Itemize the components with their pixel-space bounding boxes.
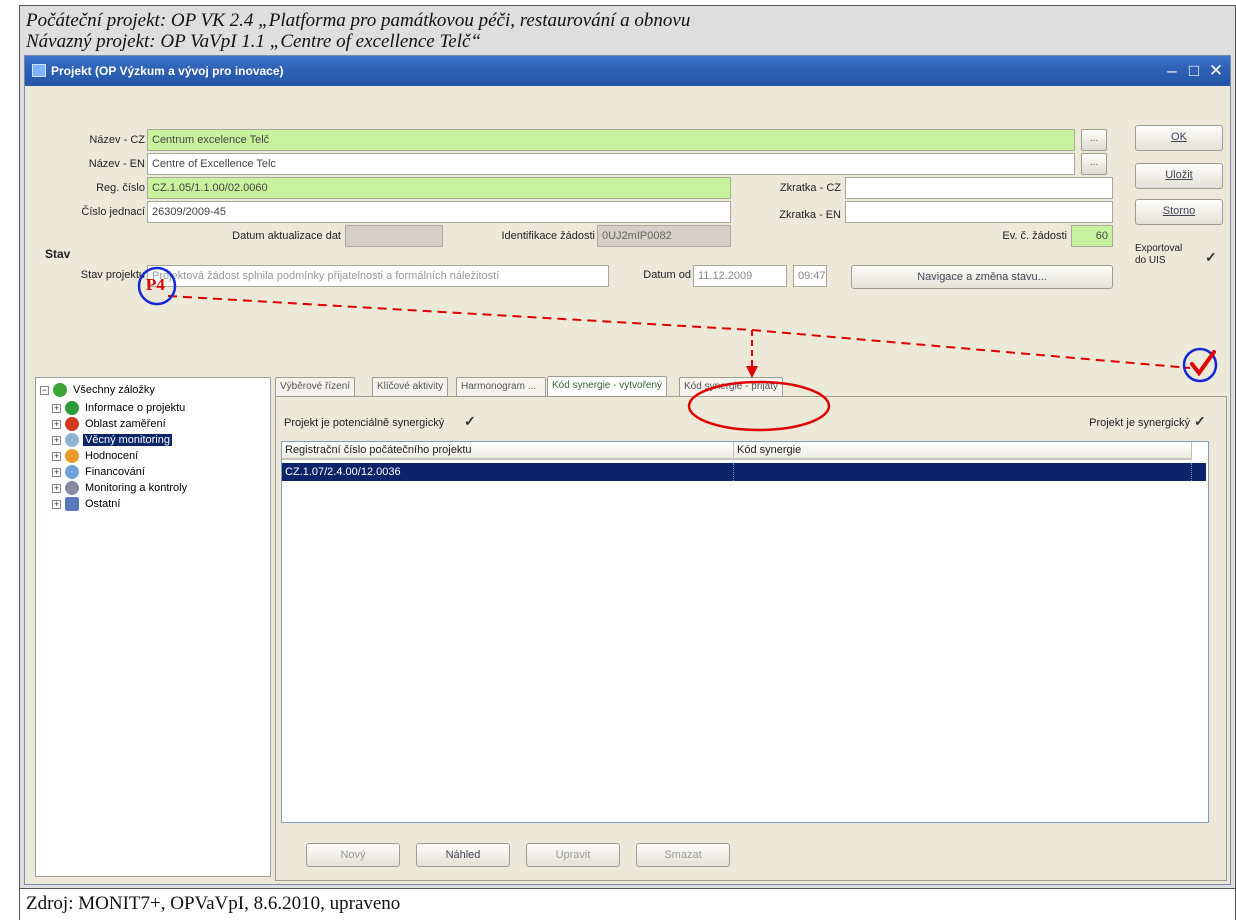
datum-od-label: Datum od [643, 269, 691, 281]
close-button[interactable]: ✕ [1205, 59, 1227, 83]
caption-header: Počáteční projekt: OP VK 2.4 „Platforma … [26, 10, 690, 52]
exportoval-checkbox[interactable]: ✓ [1205, 250, 1219, 265]
synergie-grid: Registrační číslo počátečního projektu K… [281, 441, 1209, 823]
clipboard-icon [65, 481, 79, 496]
tree-root[interactable]: − Všechny záložky [40, 382, 157, 398]
datum-aktualizace-field [345, 225, 443, 247]
nazev-cz-field[interactable]: Centrum excelence Telč [147, 129, 1075, 151]
nazev-cz-browse-button[interactable]: ... [1081, 129, 1107, 151]
window-title: Projekt (OP Výzkum a vývoj pro inovace) [51, 64, 284, 78]
ev-zadosti-field: 60 [1071, 225, 1113, 247]
cislo-jednaci-label: Číslo jednací [81, 206, 145, 218]
tab-klicove-aktivity[interactable]: Klíčové aktivity [372, 377, 449, 396]
target-icon [65, 417, 79, 432]
synergicky-checkbox[interactable]: ✓ [1194, 414, 1208, 429]
folder-icon [53, 383, 67, 398]
navigace-button[interactable]: Navigace a změna stavu... [851, 265, 1113, 289]
save-button[interactable]: Uložit [1135, 163, 1223, 189]
stav-projektu-field: Projektová žádost splnila podmínky přija… [147, 265, 609, 287]
tab-kod-synergie-prijaty[interactable]: Kód synergie - přijatý [679, 377, 783, 396]
expand-icon[interactable]: + [52, 483, 61, 493]
expand-icon[interactable]: + [52, 435, 61, 445]
annotation-marker-p4: P4 [146, 275, 165, 294]
identifikace-label: Identifikace žádosti [501, 230, 595, 242]
stav-projektu-label: Stav projektu [80, 269, 145, 281]
cell-kod-synergie [734, 463, 1192, 481]
tree-item-vecny-monitoring[interactable]: + Věcný monitoring [52, 432, 172, 448]
caption-line-1: Počáteční projekt: OP VK 2.4 „Platforma … [26, 10, 691, 31]
tree-view: − Všechny záložky + Informace o projektu +… [35, 377, 271, 877]
expand-icon[interactable]: + [52, 403, 61, 413]
other-icon [65, 497, 79, 512]
reg-cislo-field[interactable]: CZ.1.05/1.1.00/02.0060 [147, 177, 731, 199]
nazev-en-label: Název - EN [88, 158, 145, 170]
tab-harmonogram[interactable]: Harmonogram ... [456, 377, 546, 396]
delete-button[interactable]: Smazat [636, 843, 730, 867]
column-header-reg-cislo[interactable]: Registrační číslo počátečního projektu [282, 442, 734, 460]
zkratka-cz-label: Zkratka - CZ [779, 182, 841, 194]
cell-reg-cislo: CZ.1.07/2.4.00/12.0036 [282, 463, 734, 481]
expand-icon[interactable]: + [52, 499, 61, 509]
zkratka-cz-field[interactable] [845, 177, 1113, 199]
new-button[interactable]: Nový [306, 843, 400, 867]
zkratka-en-label: Zkratka - EN [779, 209, 841, 221]
edit-button[interactable]: Upravit [526, 843, 620, 867]
zkratka-en-field[interactable] [845, 201, 1113, 223]
potencialne-synergicky-label: Projekt je potenciálně synergický [284, 417, 445, 429]
reg-cislo-label: Reg. číslo [96, 182, 145, 194]
datum-od-field[interactable]: 11.12.2009 [693, 265, 787, 287]
window-titlebar: Projekt (OP Výzkum a vývoj pro inovace) … [25, 56, 1230, 86]
nazev-cz-label: Název - CZ [89, 134, 145, 146]
stav-section-title: Stav [45, 247, 71, 261]
nazev-en-browse-button[interactable]: ... [1081, 153, 1107, 175]
cancel-button[interactable]: Storno [1135, 199, 1223, 225]
tree-item-ostatni[interactable]: + Ostatní [52, 496, 122, 512]
nazev-en-field[interactable]: Centre of Excellence Telc [147, 153, 1075, 175]
info-icon [65, 401, 79, 416]
tree-item-financovani[interactable]: + Financování [52, 464, 147, 480]
tree-item-informace[interactable]: + Informace o projektu [52, 400, 187, 416]
expand-icon[interactable]: + [52, 419, 61, 429]
maximize-button[interactable]: □ [1183, 59, 1205, 83]
exportoval-label: Exportoval do UIS [1135, 243, 1183, 266]
tab-vyberove-rizeni[interactable]: Výběrové řízení [275, 377, 356, 396]
preview-button[interactable]: Náhled [416, 843, 510, 867]
table-row[interactable]: CZ.1.07/2.4.00/12.0036 [282, 463, 1206, 481]
tree-item-oblast[interactable]: + Oblast zaměření [52, 416, 168, 432]
document-frame: Počáteční projekt: OP VK 2.4 „Platforma … [19, 5, 1236, 920]
tree-item-hodnoceni[interactable]: + Hodnocení [52, 448, 140, 464]
ev-zadosti-label: Ev. č. žádosti [1002, 230, 1067, 242]
money-icon [65, 465, 79, 480]
magnifier-icon [65, 433, 79, 448]
collapse-icon[interactable]: − [40, 385, 49, 395]
synergicky-label: Projekt je synergický [1089, 417, 1190, 429]
tab-kod-synergie-vytvoreny[interactable]: Kód synergie - vytvořený [547, 376, 668, 397]
tree-item-monitoring-kontroly[interactable]: + Monitoring a kontroly [52, 480, 189, 496]
window-body: Název - CZ Centrum excelence Telč ... Ná… [27, 87, 1228, 883]
caption-line-2: Návazný projekt: OP VaVpI 1.1 „Centre of… [26, 31, 482, 52]
datum-aktualizace-label: Datum aktualizace dat [232, 230, 341, 242]
cislo-jednaci-field[interactable]: 26309/2009-45 [147, 201, 731, 223]
identifikace-field: 0UJ2mIP0082 [597, 225, 731, 247]
app-icon [32, 64, 46, 77]
project-window: Projekt (OP Výzkum a vývoj pro inovace) … [24, 55, 1231, 885]
column-header-kod-synergie[interactable]: Kód synergie [734, 442, 1192, 460]
source-caption: Zdroj: MONIT7+, OPVaVpI, 8.6.2010, uprav… [20, 888, 1235, 920]
potencialne-synergicky-checkbox[interactable]: ✓ [464, 414, 478, 429]
minimize-button[interactable]: – [1161, 59, 1183, 83]
expand-icon[interactable]: + [52, 451, 61, 461]
expand-icon[interactable]: + [52, 467, 61, 477]
evaluation-icon [65, 449, 79, 464]
synergie-panel: Projekt je potenciálně synergický ✓ Proj… [275, 396, 1227, 881]
time-field[interactable]: 09:47 [793, 265, 827, 287]
ok-button[interactable]: OK [1135, 125, 1223, 151]
